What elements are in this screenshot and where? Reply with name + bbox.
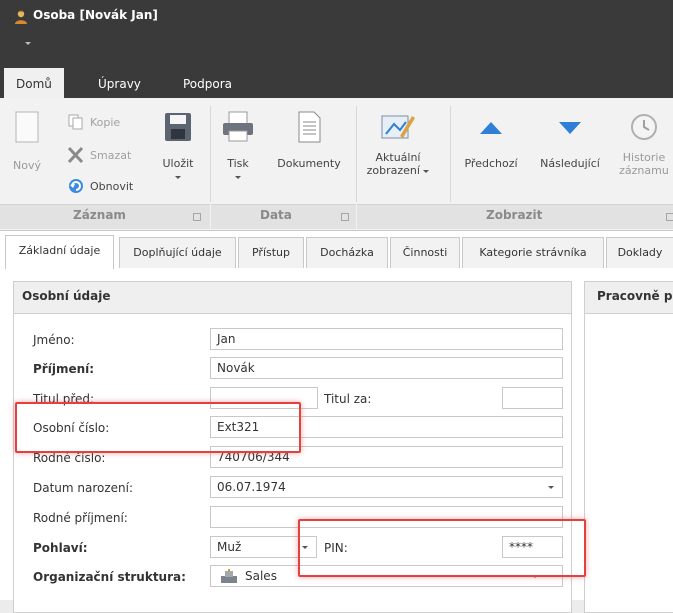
print-dropdown-icon	[235, 175, 241, 179]
save-button-label: Uložit	[162, 157, 194, 170]
organizacni-struktura-label: Organizační struktura:	[33, 570, 186, 584]
arrow-up-icon	[480, 122, 502, 134]
tab-cinnosti[interactable]: Činnosti	[390, 237, 460, 268]
print-button[interactable]: Tisk	[216, 110, 260, 183]
tab-kategorie-stravnika[interactable]: Kategorie strávníka	[462, 237, 604, 268]
work-panel-title: Pracovně p	[597, 289, 673, 303]
save-icon	[165, 113, 191, 141]
previous-button-label: Předchozí	[464, 157, 518, 170]
new-button-label: Nový	[13, 159, 41, 172]
save-dropdown-icon	[175, 175, 181, 179]
jmeno-field[interactable]: Jan	[210, 328, 563, 350]
highlight-pin	[298, 519, 586, 577]
current-view-label-1: Aktuální	[375, 151, 421, 164]
save-button[interactable]: Uložit	[156, 110, 200, 183]
copy-icon	[68, 114, 83, 130]
current-view-dropdown-icon	[423, 169, 430, 173]
rodne-prijmeni-label: Rodné příjmení:	[33, 511, 128, 525]
next-button-label: Následující	[540, 157, 600, 170]
documents-button[interactable]: Dokumenty	[272, 110, 346, 170]
pohlavi-value: Muž	[217, 540, 242, 554]
next-button[interactable]: Následující	[532, 110, 608, 170]
refresh-icon	[69, 179, 83, 193]
group-launcher-icon[interactable]	[193, 213, 201, 221]
copy-button-label: Kopie	[90, 115, 121, 129]
current-view-button[interactable]: Aktuální zobrazení	[362, 110, 434, 177]
prijmeni-field[interactable]: Novák	[210, 357, 563, 379]
datum-narozeni-label: Datum narození:	[33, 481, 134, 495]
tab-domu[interactable]: Domů	[4, 68, 64, 98]
printer-icon	[223, 111, 253, 142]
delete-icon	[67, 146, 84, 164]
current-view-label-2: zobrazení	[366, 164, 420, 177]
tab-doklady[interactable]: Doklady	[606, 237, 673, 268]
history-label-2: záznamu	[619, 164, 669, 177]
documents-button-label: Dokumenty	[277, 157, 341, 170]
rodne-cislo-label: Rodné číslo:	[33, 451, 106, 465]
user-icon	[15, 10, 27, 24]
group-label-zobrazit: Zobrazit	[486, 208, 543, 222]
organization-icon	[221, 569, 237, 583]
pohlavi-label: Pohlaví:	[33, 541, 88, 555]
delete-button-label: Smazat	[90, 148, 132, 162]
tab-zakladni-udaje[interactable]: Základní údaje	[5, 235, 114, 269]
group-label-data: Data	[260, 208, 292, 222]
history-clock-icon	[631, 114, 657, 140]
copy-button[interactable]: Kopie	[66, 114, 120, 130]
group-launcher-icon[interactable]	[341, 213, 349, 221]
history-label-1: Historie	[622, 151, 666, 164]
view-edit-icon	[381, 115, 415, 139]
prijmeni-label: Příjmení:	[33, 362, 95, 376]
datum-narozeni-field[interactable]: 06.07.1974	[210, 476, 563, 498]
tab-podpora[interactable]: Podpora	[171, 70, 244, 98]
chevron-down-icon[interactable]	[548, 486, 554, 489]
separator	[210, 106, 211, 202]
history-button[interactable]: Historie záznamu	[614, 110, 673, 177]
group-launcher-icon[interactable]	[666, 213, 673, 221]
window-title: Osoba [Novák Jan]	[33, 8, 158, 22]
new-button[interactable]: Nový	[6, 108, 48, 172]
titul-za-label: Titul za:	[324, 392, 372, 406]
work-panel	[584, 281, 673, 613]
tab-dochazka[interactable]: Docházka	[306, 237, 388, 268]
print-button-label: Tisk	[227, 157, 249, 170]
group-label-zaznam: Záznam	[73, 208, 126, 222]
arrow-down-icon	[559, 122, 581, 134]
organizacni-struktura-value: Sales	[245, 569, 277, 583]
new-document-icon	[15, 111, 39, 143]
panel-title: Osobní údaje	[22, 289, 111, 303]
refresh-button[interactable]: Obnovit	[66, 177, 133, 195]
separator	[450, 106, 451, 202]
quick-access-dropdown-icon[interactable]	[25, 42, 31, 45]
separator	[356, 106, 357, 202]
jmeno-label: Jméno:	[33, 333, 75, 347]
tab-pristup[interactable]: Přístup	[238, 237, 304, 268]
highlight-osobni-cislo	[15, 402, 301, 453]
titul-za-field[interactable]	[502, 387, 563, 409]
refresh-button-label: Obnovit	[90, 179, 134, 193]
datum-narozeni-value: 06.07.1974	[217, 480, 286, 494]
delete-button[interactable]: Smazat	[66, 146, 131, 164]
previous-button[interactable]: Předchozí	[458, 110, 524, 170]
tab-doplnujici-udaje[interactable]: Doplňující údaje	[119, 237, 236, 268]
document-icon	[298, 111, 321, 143]
tab-upravy[interactable]: Úpravy	[86, 70, 153, 98]
